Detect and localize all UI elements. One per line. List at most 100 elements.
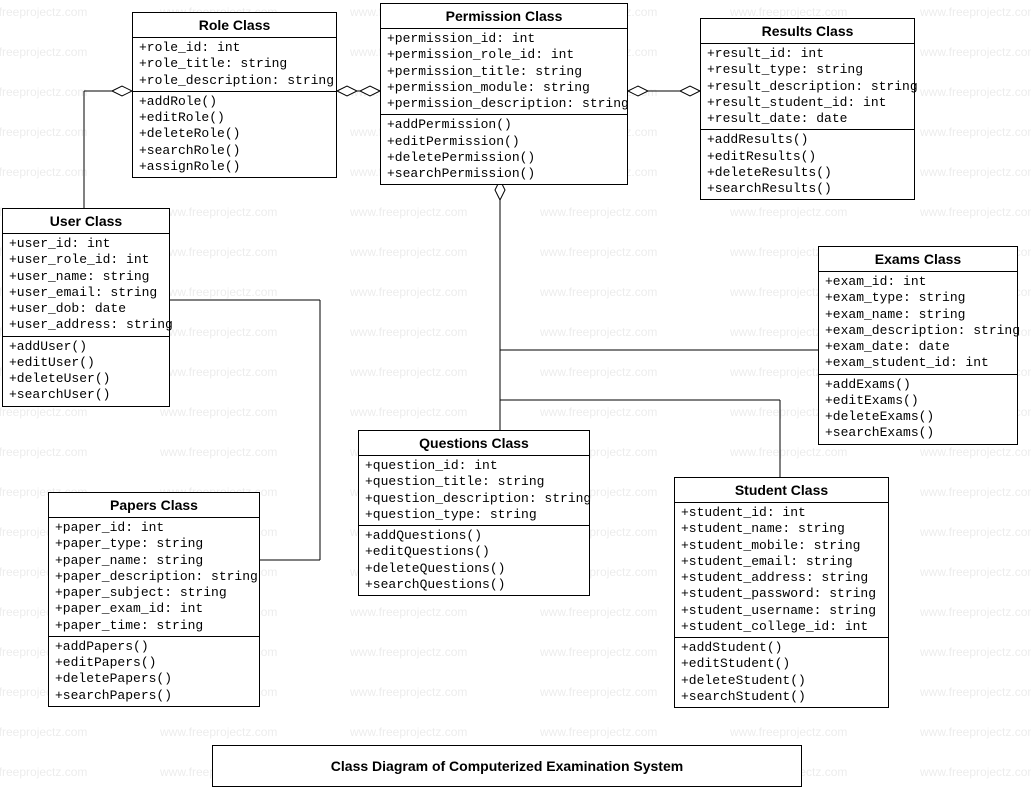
uml-line: +deleteExams() xyxy=(825,409,1011,425)
watermark-text: www.freeprojectz.com xyxy=(920,85,1031,99)
uml-line: +searchResults() xyxy=(707,181,908,197)
uml-line: +assignRole() xyxy=(139,159,330,175)
watermark-text: www.freeprojectz.com xyxy=(920,5,1031,19)
watermark-text: www.freeprojectz.com xyxy=(350,245,467,259)
watermark-text: www.freeprojectz.com xyxy=(350,605,467,619)
uml-line: +deleteResults() xyxy=(707,165,908,181)
uml-line: +user_dob: date xyxy=(9,301,163,317)
watermark-text: www.freeprojectz.com xyxy=(0,165,87,179)
uml-line: +editPermission() xyxy=(387,134,621,150)
uml-line: +editStudent() xyxy=(681,656,882,672)
uml-line: +student_name: string xyxy=(681,521,882,537)
uml-line: +permission_description: string xyxy=(387,96,621,112)
uml-line: +paper_exam_id: int xyxy=(55,601,253,617)
uml-line: +paper_description: string xyxy=(55,569,253,585)
uml-line: +paper_subject: string xyxy=(55,585,253,601)
class-attrs: +question_id: int+question_title: string… xyxy=(359,456,589,526)
uml-line: +deleteQuestions() xyxy=(365,561,583,577)
uml-line: +permission_title: string xyxy=(387,64,621,80)
class-attrs: +exam_id: int+exam_type: string+exam_nam… xyxy=(819,272,1017,375)
watermark-text: www.freeprojectz.com xyxy=(160,285,277,299)
watermark-text: www.freeprojectz.com xyxy=(350,405,467,419)
watermark-text: www.freeprojectz.com xyxy=(160,725,277,739)
uml-line: +exam_description: string xyxy=(825,323,1011,339)
class-papers: Papers Class +paper_id: int+paper_type: … xyxy=(48,492,260,707)
watermark-text: www.freeprojectz.com xyxy=(540,645,657,659)
watermark-text: www.freeprojectz.com xyxy=(920,125,1031,139)
uml-line: +addRole() xyxy=(139,94,330,110)
uml-line: +student_mobile: string xyxy=(681,538,882,554)
uml-line: +question_id: int xyxy=(365,458,583,474)
uml-line: +student_address: string xyxy=(681,570,882,586)
uml-line: +student_id: int xyxy=(681,505,882,521)
watermark-text: www.freeprojectz.com xyxy=(350,365,467,379)
watermark-text: www.freeprojectz.com xyxy=(350,645,467,659)
class-permission: Permission Class +permission_id: int+per… xyxy=(380,3,628,185)
class-title: Permission Class xyxy=(381,4,627,29)
watermark-text: www.freeprojectz.com xyxy=(920,725,1031,739)
class-ops: +addResults()+editResults()+deleteResult… xyxy=(701,130,914,199)
uml-line: +editRole() xyxy=(139,110,330,126)
uml-line: +user_id: int xyxy=(9,236,163,252)
watermark-text: www.freeprojectz.com xyxy=(160,205,277,219)
class-title: Role Class xyxy=(133,13,336,38)
uml-line: +searchPapers() xyxy=(55,688,253,704)
watermark-text: www.freeprojectz.com xyxy=(920,445,1031,459)
watermark-text: www.freeprojectz.com xyxy=(540,365,657,379)
uml-line: +question_type: string xyxy=(365,507,583,523)
uml-line: +addResults() xyxy=(707,132,908,148)
class-title: Papers Class xyxy=(49,493,259,518)
class-ops: +addRole()+editRole()+deleteRole()+searc… xyxy=(133,92,336,177)
uml-line: +result_id: int xyxy=(707,46,908,62)
class-attrs: +student_id: int+student_name: string+st… xyxy=(675,503,888,638)
watermark-text: www.freeprojectz.com xyxy=(540,285,657,299)
watermark-text: www.freeprojectz.com xyxy=(0,45,87,59)
uml-line: +addStudent() xyxy=(681,640,882,656)
uml-line: +student_college_id: int xyxy=(681,619,882,635)
class-title: Results Class xyxy=(701,19,914,44)
uml-line: +paper_type: string xyxy=(55,536,253,552)
uml-line: +deletePapers() xyxy=(55,671,253,687)
watermark-text: www.freeprojectz.com xyxy=(0,405,87,419)
uml-line: +question_title: string xyxy=(365,474,583,490)
class-title: Student Class xyxy=(675,478,888,503)
watermark-text: www.freeprojectz.com xyxy=(0,125,87,139)
class-title: User Class xyxy=(3,209,169,234)
watermark-text: www.freeprojectz.com xyxy=(350,685,467,699)
watermark-text: www.freeprojectz.com xyxy=(0,85,87,99)
watermark-text: www.freeprojectz.com xyxy=(540,605,657,619)
watermark-text: www.freeprojectz.com xyxy=(160,365,277,379)
uml-line: +user_address: string xyxy=(9,317,163,333)
watermark-text: www.freeprojectz.com xyxy=(160,245,277,259)
class-student: Student Class +student_id: int+student_n… xyxy=(674,477,889,708)
watermark-text: www.freeprojectz.com xyxy=(920,685,1031,699)
class-ops: +addStudent()+editStudent()+deleteStuden… xyxy=(675,638,888,707)
uml-line: +editResults() xyxy=(707,149,908,165)
watermark-text: www.freeprojectz.com xyxy=(920,605,1031,619)
watermark-text: www.freeprojectz.com xyxy=(920,485,1031,499)
uml-line: +searchExams() xyxy=(825,425,1011,441)
watermark-text: www.freeprojectz.com xyxy=(0,5,87,19)
class-attrs: +role_id: int+role_title: string+role_de… xyxy=(133,38,336,92)
class-attrs: +user_id: int+user_role_id: int+user_nam… xyxy=(3,234,169,337)
uml-line: +exam_id: int xyxy=(825,274,1011,290)
watermark-text: www.freeprojectz.com xyxy=(350,325,467,339)
watermark-text: www.freeprojectz.com xyxy=(540,685,657,699)
uml-line: +editUser() xyxy=(9,355,163,371)
uml-line: +addPapers() xyxy=(55,639,253,655)
diagram-caption: Class Diagram of Computerized Examinatio… xyxy=(212,745,802,787)
class-attrs: +permission_id: int+permission_role_id: … xyxy=(381,29,627,115)
uml-line: +paper_time: string xyxy=(55,618,253,634)
class-attrs: +result_id: int+result_type: string+resu… xyxy=(701,44,914,130)
uml-line: +searchQuestions() xyxy=(365,577,583,593)
watermark-text: www.freeprojectz.com xyxy=(350,205,467,219)
uml-line: +addPermission() xyxy=(387,117,621,133)
watermark-text: www.freeprojectz.com xyxy=(160,405,277,419)
uml-line: +user_name: string xyxy=(9,269,163,285)
uml-line: +role_description: string xyxy=(139,73,330,89)
watermark-text: www.freeprojectz.com xyxy=(730,725,847,739)
watermark-text: www.freeprojectz.com xyxy=(540,245,657,259)
watermark-text: www.freeprojectz.com xyxy=(0,765,87,779)
watermark-text: www.freeprojectz.com xyxy=(0,445,87,459)
watermark-text: www.freeprojectz.com xyxy=(540,725,657,739)
